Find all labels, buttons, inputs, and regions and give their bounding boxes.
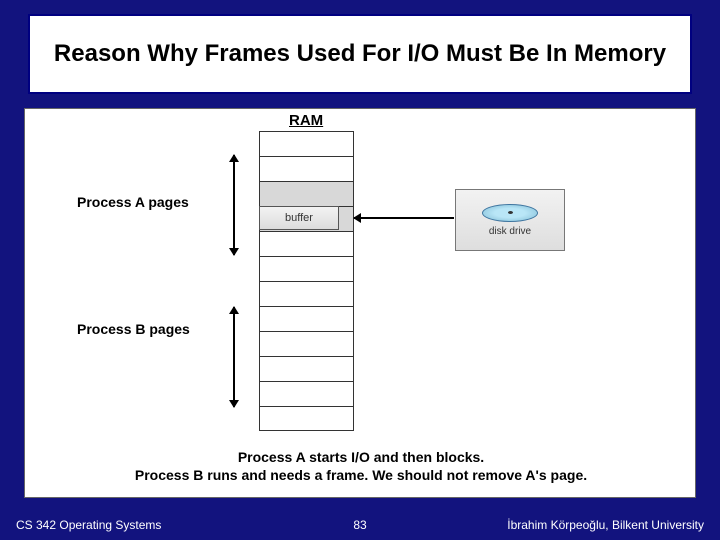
frame-row xyxy=(260,182,353,207)
frame-row xyxy=(260,157,353,182)
buffer-label: buffer xyxy=(285,212,313,224)
process-a-range-arrow xyxy=(233,155,235,255)
frame-row xyxy=(260,357,353,382)
frame-row xyxy=(260,282,353,307)
caption-line-2: Process B runs and needs a frame. We sho… xyxy=(25,467,697,483)
process-b-range-arrow xyxy=(233,307,235,407)
frame-row xyxy=(260,382,353,407)
footer: CS 342 Operating Systems 83 İbrahim Körp… xyxy=(0,510,720,540)
footer-author: İbrahim Körpeoğlu, Bilkent University xyxy=(507,518,704,532)
disk-drive-icon xyxy=(482,204,538,222)
process-b-label: Process B pages xyxy=(77,321,190,337)
frame-row xyxy=(260,407,353,432)
frame-row xyxy=(260,132,353,157)
caption-line-1: Process A starts I/O and then blocks. xyxy=(25,449,697,465)
frame-row xyxy=(260,232,353,257)
buffer-box: buffer xyxy=(259,206,339,230)
frame-row xyxy=(260,332,353,357)
slide-title: Reason Why Frames Used For I/O Must Be I… xyxy=(54,39,666,69)
ram-column xyxy=(259,131,354,431)
disk-to-buffer-arrow xyxy=(354,217,454,219)
frame-row xyxy=(260,307,353,332)
ram-label: RAM xyxy=(289,112,323,129)
content-box: RAM Process A pages Process B pages buff… xyxy=(24,108,696,498)
disk-drive-label: disk drive xyxy=(489,226,531,237)
title-box: Reason Why Frames Used For I/O Must Be I… xyxy=(28,14,692,94)
footer-course: CS 342 Operating Systems xyxy=(16,518,161,532)
process-a-label: Process A pages xyxy=(77,194,189,210)
disk-drive-box: disk drive xyxy=(455,189,565,251)
frame-row xyxy=(260,257,353,282)
